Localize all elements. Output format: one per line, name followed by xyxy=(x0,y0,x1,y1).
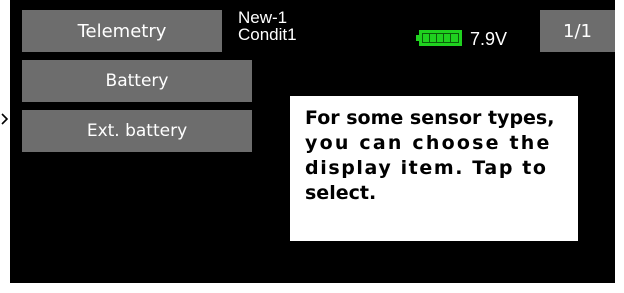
ext-battery-button-label: Ext. battery xyxy=(86,121,188,141)
callout-line: display item. Tap to xyxy=(305,157,548,179)
condition-name: Condit1 xyxy=(238,25,297,44)
model-name: New-1 xyxy=(238,8,288,27)
page-number: 1/1 xyxy=(563,20,592,42)
info-callout: For some sensor types, you can choose th… xyxy=(290,96,578,241)
ext-battery-button[interactable]: Ext. battery xyxy=(22,110,252,152)
battery-button-label: Battery xyxy=(105,71,169,91)
screen-title: Telemetry xyxy=(77,20,167,42)
battery-icon xyxy=(416,30,462,46)
arrow-right-icon xyxy=(1,113,9,125)
page-indicator[interactable]: 1/1 xyxy=(540,10,615,52)
callout-line: select. xyxy=(305,182,377,204)
telemetry-title-tab[interactable]: Telemetry xyxy=(22,10,222,52)
battery-button[interactable]: Battery xyxy=(22,60,252,102)
callout-line: you can choose the xyxy=(305,132,552,154)
voltage-readout: 7.9V xyxy=(470,29,508,49)
model-info: New-1 Condit1 xyxy=(238,9,297,43)
callout-line: For some sensor types, xyxy=(305,107,555,129)
